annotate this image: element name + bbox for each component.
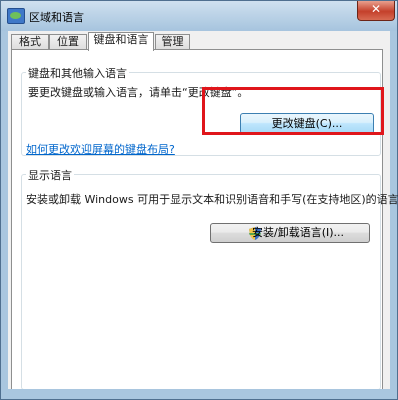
dialog-window: 区域和语言 ✕ 格式 位置 键盘和语言 管理 键盘和其他输入语言 要更改键盘或输… — [0, 0, 398, 400]
install-button-label: 安装/卸载语言(I)... — [251, 226, 345, 239]
title-bar[interactable]: 区域和语言 ✕ — [1, 1, 397, 31]
close-icon: ✕ — [370, 2, 382, 16]
window-title: 区域和语言 — [29, 11, 84, 24]
tab-administrative[interactable]: 管理 — [155, 34, 190, 50]
install-uninstall-languages-button[interactable]: 安装/卸载语言(I)... — [210, 223, 370, 243]
tab-formats[interactable]: 格式 — [11, 34, 49, 50]
red-annotation-box — [202, 87, 384, 135]
close-button[interactable]: ✕ — [357, 1, 395, 21]
display-language-group-title: 显示语言 — [26, 167, 74, 183]
welcome-screen-keyboard-help-link[interactable]: 如何更改欢迎屏幕的键盘布局? — [26, 141, 175, 157]
tab-keyboards-and-languages[interactable]: 键盘和语言 — [88, 32, 154, 51]
tab-location[interactable]: 位置 — [49, 34, 87, 50]
bottom-frame-strip — [1, 389, 397, 399]
globe-icon — [7, 8, 25, 24]
display-language-description: 安装或卸载 Windows 可用于显示文本和识别语音和手写(在支持地区)的语言。 — [26, 193, 398, 206]
display-language-groupbox: 显示语言 安装或卸载 Windows 可用于显示文本和识别语音和手写(在支持地区… — [21, 167, 398, 390]
keyboards-group-title: 键盘和其他输入语言 — [26, 65, 129, 81]
dialog-client-area: 格式 位置 键盘和语言 管理 键盘和其他输入语言 要更改键盘或输入语言，请单击“… — [8, 31, 398, 395]
